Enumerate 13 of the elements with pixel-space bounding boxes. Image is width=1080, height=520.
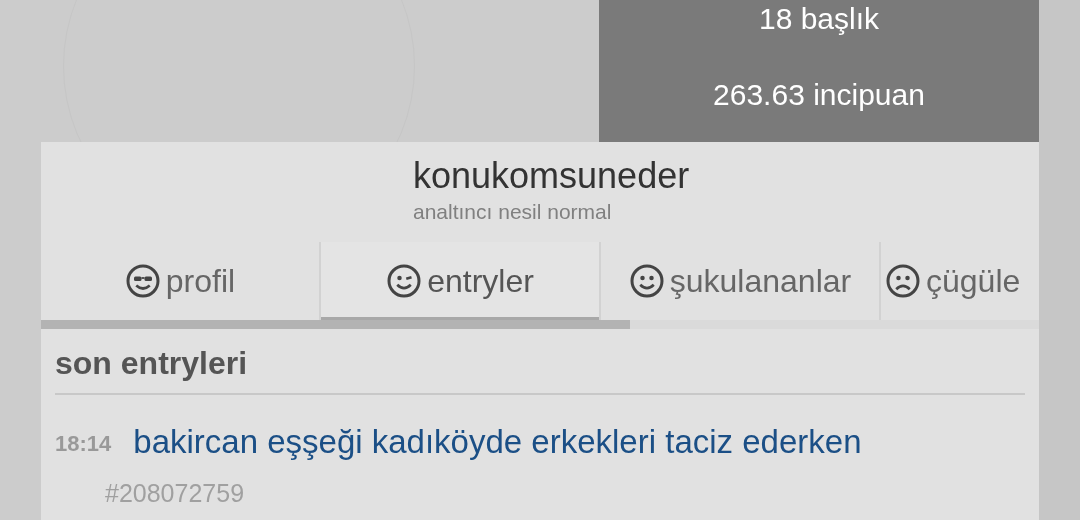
entry-number: #208072759 [104, 477, 246, 509]
topic-count: 18 başlık [758, 2, 880, 36]
nickname: konukomsuneder [413, 154, 691, 198]
sunglasses-face-icon [124, 263, 161, 299]
entry-title-link[interactable]: bakircan eşşeği kadıköyde erkekleri taciz ederken [133, 417, 862, 467]
points-count: 263.63 incipuan [713, 78, 925, 112]
winking-face-icon [386, 263, 423, 299]
smiling-face-icon [628, 263, 665, 299]
generation-label: analtıncı nesil normal [413, 199, 613, 225]
section-heading: son entryleri [55, 343, 1025, 395]
frowning-face-icon [885, 263, 921, 299]
tab[interactable]: entryler [321, 242, 601, 320]
entry-time: 18:14 [55, 430, 112, 459]
